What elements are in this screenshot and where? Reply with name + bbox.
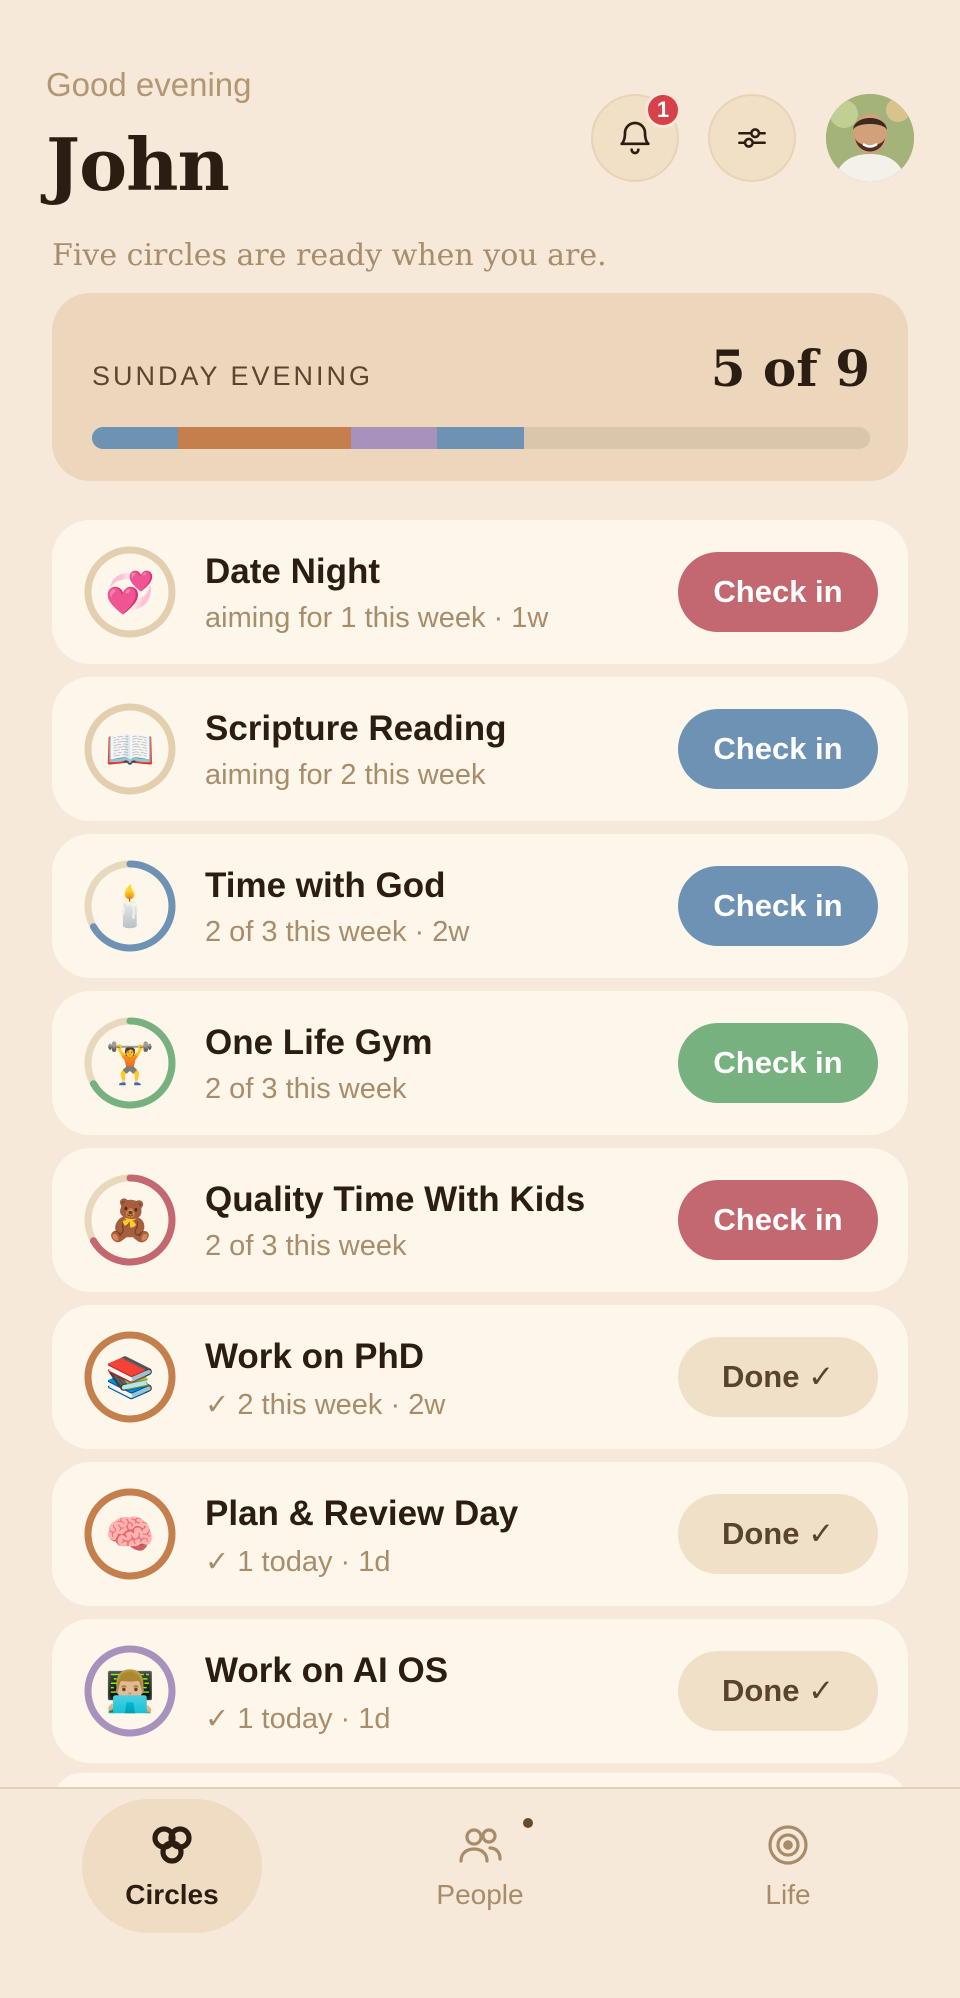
circle-subtitle: ✓ 1 today · 1d xyxy=(205,1546,391,1578)
circle-emoji-icon: 👨🏼‍💻 xyxy=(105,1668,155,1715)
circle-title: Scripture Reading xyxy=(205,709,507,748)
circle-emoji-icon: 🕯️ xyxy=(105,883,155,930)
filter-button[interactable] xyxy=(708,94,796,182)
bell-icon xyxy=(620,121,650,155)
people-activity-dot xyxy=(523,1818,533,1828)
circle-card[interactable]: 🕯️ Time with God 2 of 3 this week · 2w Chec… xyxy=(52,834,908,978)
nav-label-circles: Circles xyxy=(125,1879,219,1910)
done-button[interactable]: Done ✓ xyxy=(678,1337,878,1417)
circle-emoji-icon: 📚 xyxy=(105,1354,155,1401)
bottom-nav: Circles People Life xyxy=(0,1787,960,1998)
circle-card[interactable]: 📚 Work on PhD ✓ 2 this week · 2w Done ✓ xyxy=(52,1305,908,1449)
circle-subtitle: ✓ 2 this week · 2w xyxy=(205,1389,446,1421)
circle-card[interactable]: 🧠 Plan & Review Day ✓ 1 today · 1d Done ✓ xyxy=(52,1462,908,1606)
progress-count: 5 of 9 xyxy=(710,339,870,398)
circle-card[interactable]: 💞 Date Night aiming for 1 this week · 1w Ch… xyxy=(52,520,908,664)
sliders-icon xyxy=(738,128,766,148)
progress-bar xyxy=(92,427,870,449)
done-button[interactable]: Done ✓ xyxy=(678,1494,878,1574)
circle-subtitle: aiming for 1 this week · 1w xyxy=(205,602,549,634)
circle-emoji-icon: 🧠 xyxy=(105,1511,155,1558)
check-in-button[interactable]: Check in xyxy=(678,709,878,789)
circle-card[interactable]: 🧸 Quality Time With Kids 2 of 3 this week C… xyxy=(52,1148,908,1292)
circles-icon xyxy=(152,1826,192,1864)
circle-card[interactable]: 🏋️ One Life Gym 2 of 3 this week Check in xyxy=(52,991,908,1135)
notifications-button[interactable]: 1 xyxy=(591,92,681,182)
target-icon xyxy=(768,1825,808,1865)
check-in-button[interactable]: Check in xyxy=(678,1023,878,1103)
circle-title: Quality Time With Kids xyxy=(205,1180,586,1219)
weekly-progress-card: SUNDAY EVENING 5 of 9 xyxy=(52,293,908,481)
progress-segment xyxy=(92,427,179,449)
progress-segment xyxy=(351,427,438,449)
check-in-button[interactable]: Check in xyxy=(678,552,878,632)
nav-label-people: People xyxy=(436,1879,524,1910)
circle-emoji-icon: 🧸 xyxy=(105,1197,155,1244)
progress-segment xyxy=(437,427,524,449)
greeting-text: Good evening xyxy=(46,66,252,103)
user-photo xyxy=(826,94,914,182)
progress-segment xyxy=(178,427,352,449)
header-subtitle: Five circles are ready when you are. xyxy=(52,238,607,273)
circle-subtitle: 2 of 3 this week xyxy=(205,1073,407,1105)
nav-people[interactable]: People xyxy=(390,1799,570,1933)
circle-card[interactable]: 📖 Scripture Reading aiming for 2 this week… xyxy=(52,677,908,821)
avatar[interactable] xyxy=(826,94,914,182)
circle-title: One Life Gym xyxy=(205,1023,433,1062)
circles-screen: Good evening John 1 Five circles are rea… xyxy=(0,0,960,1998)
circle-list: 💞 Date Night aiming for 1 this week · 1w Ch… xyxy=(52,520,908,1776)
circle-card[interactable]: 👨🏼‍💻 Work on AI OS ✓ 1 today · 1d Done ✓ xyxy=(52,1619,908,1763)
circle-title: Time with God xyxy=(205,866,446,905)
circle-subtitle: aiming for 2 this week xyxy=(205,759,486,791)
done-button[interactable]: Done ✓ xyxy=(678,1651,878,1731)
nav-circles[interactable]: Circles xyxy=(82,1799,262,1933)
people-icon xyxy=(459,1828,502,1863)
user-name: John xyxy=(46,122,230,207)
check-in-button[interactable]: Check in xyxy=(678,1180,878,1260)
circle-title: Plan & Review Day xyxy=(205,1494,519,1533)
circle-title: Date Night xyxy=(205,552,380,591)
circle-title: Work on AI OS xyxy=(205,1651,449,1690)
circle-emoji-icon: 📖 xyxy=(105,726,155,773)
check-in-button[interactable]: Check in xyxy=(678,866,878,946)
circle-subtitle: 2 of 3 this week · 2w xyxy=(205,916,470,948)
nav-label-life: Life xyxy=(765,1879,811,1910)
circle-emoji-icon: 🏋️ xyxy=(105,1040,155,1087)
notification-badge: 1 xyxy=(645,92,681,128)
circle-subtitle: ✓ 1 today · 1d xyxy=(205,1703,391,1735)
circle-emoji-icon: 💞 xyxy=(105,569,155,616)
circle-subtitle: 2 of 3 this week xyxy=(205,1230,407,1262)
circle-title: Work on PhD xyxy=(205,1337,425,1376)
period-label: SUNDAY EVENING xyxy=(92,361,374,391)
nav-life[interactable]: Life xyxy=(698,1799,878,1933)
